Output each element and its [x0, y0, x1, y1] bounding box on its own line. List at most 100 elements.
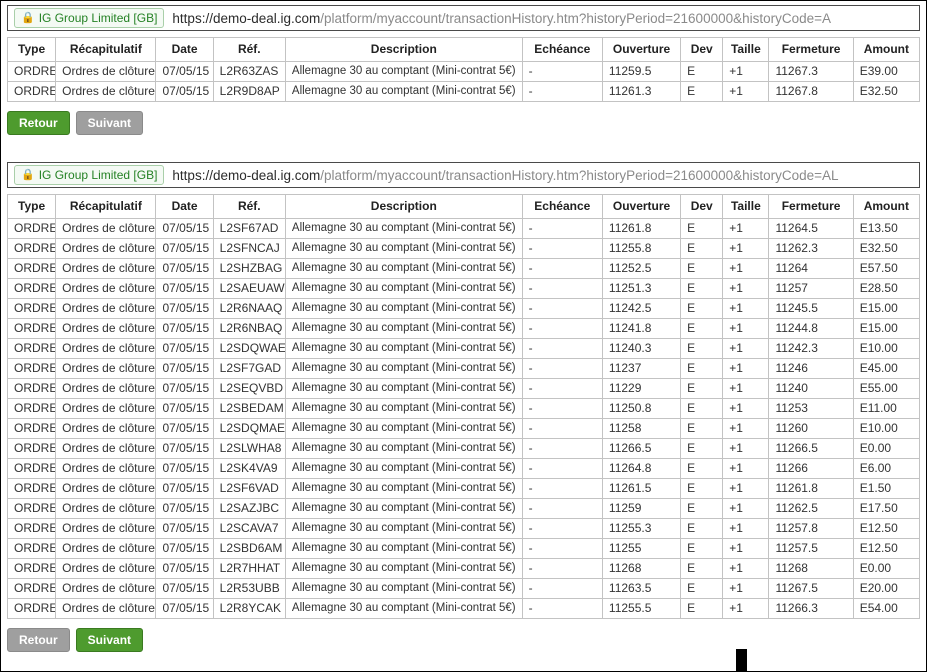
- table-cell: Allemagne 30 au comptant (Mini-contrat 5…: [284, 378, 523, 399]
- suivant-button[interactable]: Suivant: [75, 111, 144, 135]
- table-cell: 11267.8: [768, 81, 854, 102]
- table-cell: Allemagne 30 au comptant (Mini-contrat 5…: [284, 238, 523, 259]
- address-bar[interactable]: 🔒 IG Group Limited [GB] https://demo-dea…: [7, 162, 920, 188]
- table-cell: E54.00: [852, 598, 921, 619]
- table-cell: E: [680, 438, 724, 459]
- column-header: Echéance: [521, 194, 603, 219]
- table-cell: E15.00: [852, 298, 921, 319]
- table-cell: -: [521, 458, 603, 479]
- table-cell: 07/05/15: [155, 358, 214, 379]
- table-cell: 07/05/15: [155, 61, 214, 82]
- table-cell: Ordres de clôture: [55, 298, 157, 319]
- table-cell: E39.00: [852, 61, 921, 82]
- column-header: Récapitulatif: [55, 37, 157, 62]
- table-cell: E55.00: [852, 378, 921, 399]
- table-cell: L2SEQVBD: [212, 378, 286, 399]
- table-cell: L2R63ZAS: [212, 61, 286, 82]
- table-cell: +1: [722, 378, 770, 399]
- table-cell: E32.50: [852, 81, 921, 102]
- padlock-icon: 🔒: [21, 168, 35, 181]
- table-cell: Ordres de clôture: [55, 578, 157, 599]
- ev-badge-label: IG Group Limited [GB]: [38, 11, 158, 25]
- url-text: https://demo-deal.ig.com/platform/myacco…: [172, 168, 913, 183]
- ev-certificate-badge[interactable]: 🔒 IG Group Limited [GB]: [14, 165, 165, 185]
- table-cell: L2R53UBB: [212, 578, 286, 599]
- table-cell: +1: [722, 438, 770, 459]
- table-cell: Allemagne 30 au comptant (Mini-contrat 5…: [284, 278, 523, 299]
- table-row: ORDRE Ordres de clôture 07/05/15 L2SF7GAD Al…: [6, 358, 921, 379]
- url-domain: demo-deal.ig.com: [212, 167, 321, 183]
- column-header: Echéance: [521, 37, 603, 62]
- table-cell: E12.50: [852, 538, 921, 559]
- table-cell: E28.50: [852, 278, 921, 299]
- table-body: ORDRE Ordres de clôture 07/05/15 L2R63ZAS Al…: [6, 61, 921, 102]
- table-cell: ORDRE: [6, 238, 57, 259]
- suivant-button[interactable]: Suivant: [75, 628, 144, 652]
- table-cell: L2SDQMAE: [212, 418, 286, 439]
- table-cell: ORDRE: [6, 518, 57, 539]
- table-cell: L2SFNCAJ: [212, 238, 286, 259]
- table-cell: Ordres de clôture: [55, 278, 157, 299]
- ev-badge-label: IG Group Limited [GB]: [38, 168, 158, 182]
- table-cell: Ordres de clôture: [55, 558, 157, 579]
- table-cell: -: [521, 538, 603, 559]
- table-cell: 11257.5: [768, 538, 854, 559]
- table-cell: E32.50: [852, 238, 921, 259]
- table-row: ORDRE Ordres de clôture 07/05/15 L2SFNCAJ Al…: [6, 238, 921, 259]
- table-cell: 07/05/15: [155, 478, 214, 499]
- table-cell: -: [521, 318, 603, 339]
- table-cell: L2SAEUAW: [212, 278, 286, 299]
- table-cell: ORDRE: [6, 398, 57, 419]
- table-cell: 11266: [768, 458, 854, 479]
- table-cell: 11229: [601, 378, 682, 399]
- table-cell: L2SBEDAM: [212, 398, 286, 419]
- table-cell: 11242.3: [768, 338, 854, 359]
- pagination-controls: Retour Suivant: [7, 111, 920, 135]
- table-cell: 11240: [768, 378, 854, 399]
- url-path: /platform/myaccount/transactionHistory.h…: [320, 167, 839, 183]
- table-cell: 11250.8: [601, 398, 682, 419]
- table-cell: 07/05/15: [155, 558, 214, 579]
- table-cell: +1: [722, 258, 770, 279]
- page: 🔒 IG Group Limited [GB] https://demo-dea…: [0, 0, 927, 672]
- table-cell: ORDRE: [6, 218, 57, 239]
- table-cell: Ordres de clôture: [55, 438, 157, 459]
- table-cell: -: [521, 61, 603, 82]
- table-row: ORDRE Ordres de clôture 07/05/15 L2SAEUAW Al…: [6, 278, 921, 299]
- table-cell: 11240.3: [601, 338, 682, 359]
- table-cell: -: [521, 418, 603, 439]
- table-cell: E15.00: [852, 318, 921, 339]
- table-row: ORDRE Ordres de clôture 07/05/15 L2SDQMAE Al…: [6, 418, 921, 439]
- table-cell: 07/05/15: [155, 338, 214, 359]
- table-cell: Ordres de clôture: [55, 61, 157, 82]
- table-cell: E: [680, 578, 724, 599]
- table-cell: 11267.3: [768, 61, 854, 82]
- column-header: Dev: [680, 194, 724, 219]
- table-row: ORDRE Ordres de clôture 07/05/15 L2R53UBB Al…: [6, 578, 921, 599]
- table-cell: +1: [722, 558, 770, 579]
- table-cell: 07/05/15: [155, 378, 214, 399]
- column-header: Amount: [852, 194, 921, 219]
- table-cell: E: [680, 518, 724, 539]
- table-cell: L2R9D8AP: [212, 81, 286, 102]
- table-cell: +1: [722, 81, 770, 102]
- table-cell: 11253: [768, 398, 854, 419]
- address-bar[interactable]: 🔒 IG Group Limited [GB] https://demo-dea…: [7, 5, 920, 31]
- retour-button[interactable]: Retour: [7, 111, 70, 135]
- table-cell: E6.00: [852, 458, 921, 479]
- table-cell: ORDRE: [6, 438, 57, 459]
- table-cell: Allemagne 30 au comptant (Mini-contrat 5…: [284, 538, 523, 559]
- retour-button[interactable]: Retour: [7, 628, 70, 652]
- table-cell: +1: [722, 458, 770, 479]
- table-cell: Ordres de clôture: [55, 498, 157, 519]
- table-cell: Allemagne 30 au comptant (Mini-contrat 5…: [284, 458, 523, 479]
- ev-certificate-badge[interactable]: 🔒 IG Group Limited [GB]: [14, 8, 165, 28]
- table-cell: ORDRE: [6, 558, 57, 579]
- header-row: Type Récapitulatif Date Réf. Description Eché…: [6, 37, 921, 62]
- table-cell: 11266.5: [768, 438, 854, 459]
- table-cell: +1: [722, 278, 770, 299]
- table-cell: 11267.5: [768, 578, 854, 599]
- table-cell: 07/05/15: [155, 81, 214, 102]
- table-cell: 11264.5: [768, 218, 854, 239]
- column-header: Ouverture: [601, 37, 682, 62]
